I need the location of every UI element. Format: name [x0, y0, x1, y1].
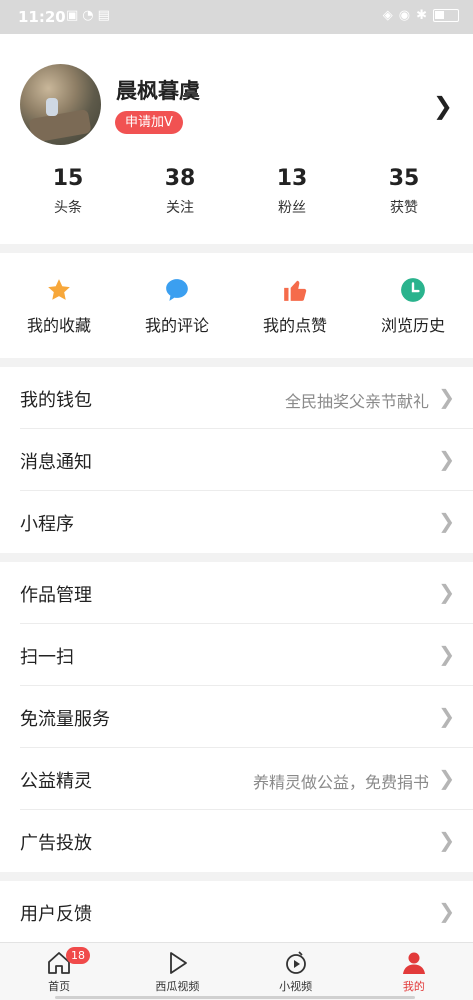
chevron-right-icon: ❯	[438, 704, 455, 728]
menu-item-ads[interactable]: 广告投放 ❯	[20, 810, 473, 872]
menu-item-mini-programs[interactable]: 小程序 ❯	[20, 491, 473, 553]
menu-group-tools: 作品管理 ❯ 扫一扫 ❯ 免流量服务 ❯ 公益精灵 养精灵做公益，免费捐书 ❯ …	[0, 562, 473, 872]
comment-icon	[166, 279, 188, 301]
tab-xigua-video[interactable]: 西瓜视频	[118, 943, 236, 1000]
person-icon	[402, 952, 425, 974]
chevron-right-icon: ❯	[438, 899, 455, 923]
wallet-promo-text: 全民抽奖父亲节献礼	[284, 392, 429, 411]
stat-following[interactable]: 38 关注	[124, 166, 236, 217]
tab-mine[interactable]: 我的	[355, 943, 473, 1000]
wechat-icon: ▣	[66, 8, 79, 23]
quick-history[interactable]: 浏览历史	[354, 253, 472, 358]
nfc-icon: ◈	[382, 8, 393, 23]
stat-toutiao[interactable]: 15 头条	[12, 166, 124, 217]
username: 晨枫暮虞	[116, 79, 200, 103]
stat-followers[interactable]: 13 粉丝	[236, 166, 348, 217]
menu-item-charity[interactable]: 公益精灵 养精灵做公益，免费捐书 ❯	[20, 748, 473, 810]
menu-group-wallet: 我的钱包 全民抽奖父亲节献礼 ❯ 消息通知 ❯ 小程序 ❯	[0, 367, 473, 553]
chevron-right-icon: ❯	[438, 766, 455, 790]
chevron-right-icon: ❯	[438, 580, 455, 604]
chevron-right-icon: ❯	[438, 385, 455, 409]
battery-icon	[433, 9, 459, 22]
hd-icon: ▤	[97, 8, 110, 23]
play-icon	[170, 952, 188, 974]
status-bar: 11:20 ▣ ◔ ▤ ◈ ◉ ✱	[0, 0, 473, 34]
menu-item-works[interactable]: 作品管理 ❯	[20, 562, 473, 624]
chevron-right-icon: ❯	[438, 509, 455, 533]
menu-group-feedback: 用户反馈 ❯	[0, 881, 473, 942]
thumbs-up-icon	[284, 280, 307, 301]
location-icon: ◉	[398, 8, 411, 23]
menu-item-notifications[interactable]: 消息通知 ❯	[20, 429, 473, 491]
clock-icon	[401, 278, 425, 302]
charity-promo-text: 养精灵做公益，免费捐书	[252, 773, 429, 792]
quick-actions: 我的收藏 我的评论 我的点赞 浏览历史	[0, 253, 473, 358]
tab-short-video[interactable]: 小视频	[237, 943, 355, 1000]
short-video-icon	[285, 951, 306, 974]
home-indicator	[55, 996, 415, 999]
star-icon	[48, 279, 70, 300]
quick-comments[interactable]: 我的评论	[118, 253, 236, 358]
quick-likes[interactable]: 我的点赞	[236, 253, 354, 358]
bluetooth-icon: ✱	[416, 8, 427, 23]
status-time: 11:20	[18, 8, 66, 26]
menu-item-wallet[interactable]: 我的钱包 全民抽奖父亲节献礼 ❯	[20, 367, 473, 429]
quick-favorites[interactable]: 我的收藏	[0, 253, 118, 358]
stats-row: 15 头条 38 关注 13 粉丝 35 获赞	[0, 166, 473, 217]
menu-item-free-data[interactable]: 免流量服务 ❯	[20, 686, 473, 748]
chevron-right-icon: ❯	[438, 447, 455, 471]
stat-likes[interactable]: 35 获赞	[348, 166, 460, 217]
profile-card[interactable]: 晨枫暮虞 申请加V ❯ 15 头条 38 关注 13 粉丝 35 获赞	[0, 34, 473, 244]
tab-home[interactable]: 18 首页	[0, 943, 118, 1000]
menu-item-scan[interactable]: 扫一扫 ❯	[20, 624, 473, 686]
apply-verification-button[interactable]: 申请加V	[115, 111, 183, 134]
avatar[interactable]	[20, 64, 101, 145]
notification-badge: 18	[66, 947, 90, 964]
bottom-tab-bar: 18 首页 西瓜视频 小视频 我的	[0, 942, 473, 1000]
menu-item-feedback[interactable]: 用户反馈 ❯	[20, 881, 473, 942]
chevron-right-icon[interactable]: ❯	[433, 92, 453, 120]
chevron-right-icon: ❯	[438, 828, 455, 852]
chevron-right-icon: ❯	[438, 642, 455, 666]
wifi-icon: ◔	[82, 8, 94, 23]
